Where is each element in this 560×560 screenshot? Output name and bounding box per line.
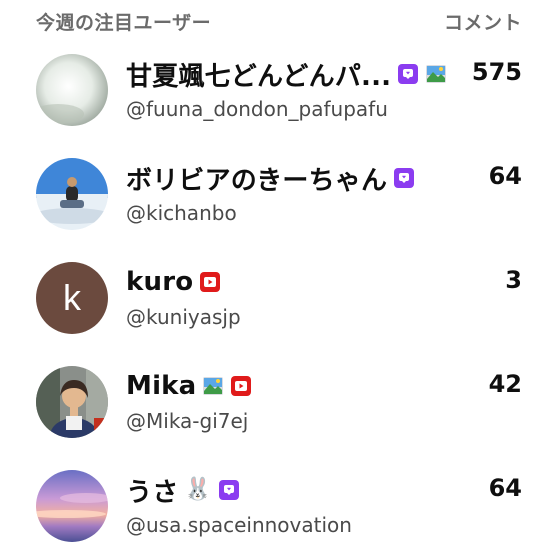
user-handle[interactable]: @Mika-gi7ej (126, 409, 248, 433)
avatar-letter: k (63, 277, 82, 318)
user-name-line: Mika (126, 368, 252, 404)
user-name-line: 甘夏颯七どんどんパ... (126, 56, 447, 92)
user-avatar[interactable]: k (36, 262, 108, 334)
user-row[interactable]: Mika @Mika-gi7ej 42 (0, 352, 560, 448)
user-handle[interactable]: @fuuna_dondon_pafupafu (126, 97, 388, 121)
user-row[interactable]: ボリビアのきーちゃん @kichanbo 64 (0, 144, 560, 240)
user-name[interactable]: kuro (126, 267, 193, 297)
user-avatar[interactable] (36, 54, 108, 126)
user-name-line: kuro (126, 264, 221, 300)
user-name[interactable]: Mika (126, 371, 196, 401)
user-handle[interactable]: @usa.spaceinnovation (126, 513, 352, 537)
comment-count: 3 (505, 266, 522, 294)
rabbit-emoji-icon: 🐰 (184, 477, 212, 502)
landscape-picture-icon (202, 375, 224, 397)
user-handle[interactable]: @kuniyasjp (126, 305, 241, 329)
landscape-picture-icon (425, 63, 447, 85)
user-row[interactable]: k kuro @kuniyasjp 3 (0, 248, 560, 344)
panel-header: 今週の注目ユーザー コメント (0, 0, 560, 44)
comment-count: 42 (488, 370, 522, 398)
user-name[interactable]: うさ (126, 472, 178, 509)
youtube-badge-icon (230, 375, 252, 397)
youtube-badge-icon (199, 271, 221, 293)
featured-users-panel: 今週の注目ユーザー コメント 甘夏颯七どんどんパ... @fuuna_dondo… (0, 0, 560, 560)
membership-badge-icon (393, 167, 415, 189)
comment-count: 64 (488, 474, 522, 502)
user-avatar[interactable] (36, 158, 108, 230)
user-name[interactable]: ボリビアのきーちゃん (126, 160, 387, 197)
membership-badge-icon (218, 479, 240, 501)
comment-column-label: コメント (443, 12, 522, 34)
comment-count: 64 (488, 162, 522, 190)
user-handle[interactable]: @kichanbo (126, 201, 237, 225)
user-row[interactable]: うさ 🐰 @usa.spaceinnovation 64 (0, 456, 560, 552)
panel-title: 今週の注目ユーザー (36, 12, 212, 34)
comment-count: 575 (471, 58, 522, 86)
user-name[interactable]: 甘夏颯七どんどんパ... (126, 56, 391, 93)
user-avatar[interactable] (36, 470, 108, 542)
user-name-line: ボリビアのきーちゃん (126, 160, 415, 196)
user-avatar[interactable] (36, 366, 108, 438)
user-name-line: うさ 🐰 (126, 472, 240, 508)
user-row[interactable]: 甘夏颯七どんどんパ... @fuuna_dondon_pafupafu 575 (0, 40, 560, 136)
membership-badge-icon (397, 63, 419, 85)
